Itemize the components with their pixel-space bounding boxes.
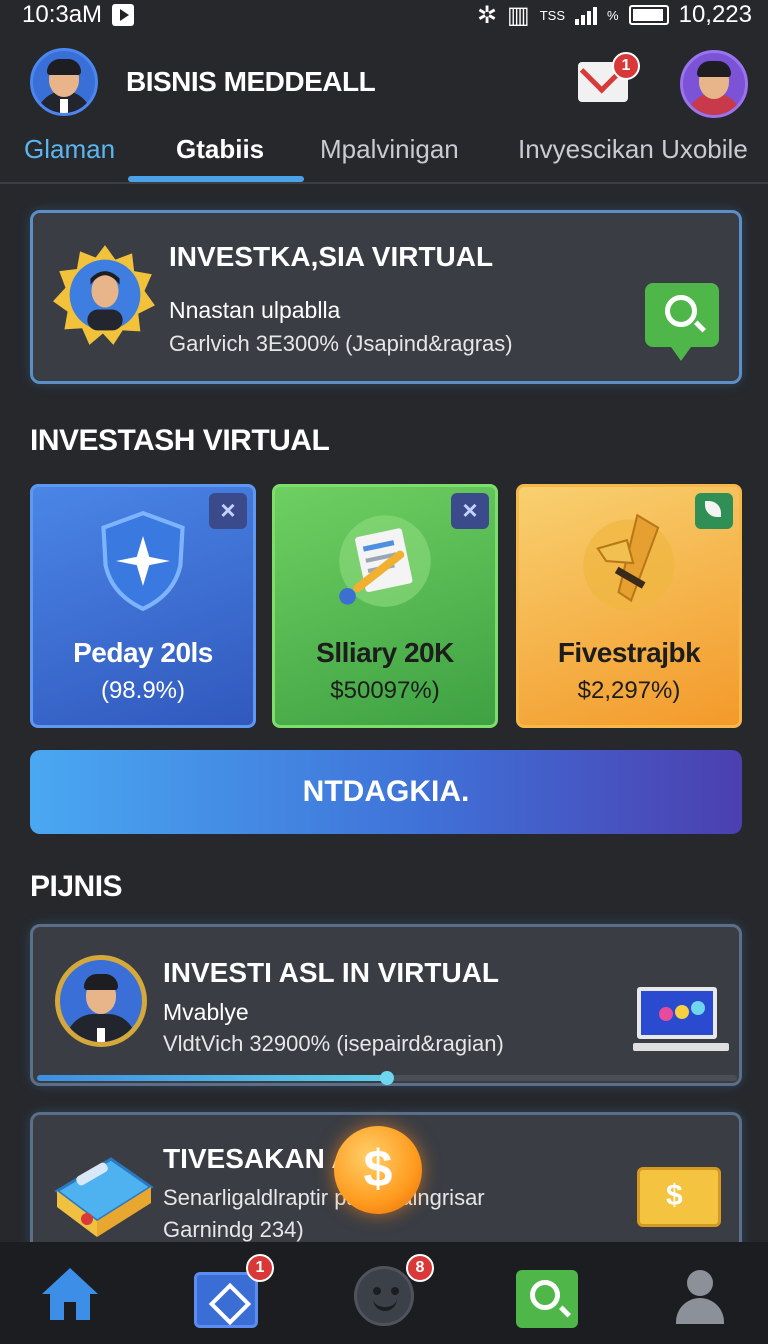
tile-value: $2,297%): [577, 677, 681, 704]
tab-gtabiis[interactable]: Gtabiis: [176, 134, 264, 165]
progress-knob[interactable]: [380, 1071, 394, 1085]
progress-bar[interactable]: [37, 1071, 737, 1085]
media-play-icon: [112, 4, 135, 26]
battery-icon: [628, 5, 669, 25]
shield-star-icon: [91, 509, 195, 613]
progress-fill: [37, 1075, 387, 1081]
section-heading-pijnis: PIJNIS: [30, 870, 123, 903]
tile-value: (98.9%): [100, 677, 186, 704]
close-icon[interactable]: ×: [451, 493, 489, 529]
investor-avatar: [55, 955, 147, 1047]
monitor-icon: [633, 987, 729, 1051]
list-item-detail: Garnindg 234): [163, 1217, 304, 1242]
status-time: 10:3aM: [22, 1, 103, 28]
investment-tile-green[interactable]: × Slliary 20K $50097%): [272, 484, 498, 728]
percent-symbol: %: [607, 7, 619, 23]
tab-indicator: [128, 176, 304, 182]
tab-mpalvinigan[interactable]: Mpalvinigan: [320, 134, 459, 165]
feature-title: INVESTKA,SIA VIRTUAL: [169, 241, 494, 272]
profile-avatar[interactable]: [680, 50, 748, 118]
smile-icon[interactable]: [354, 1266, 414, 1326]
leaf-icon[interactable]: [695, 493, 733, 529]
battery-value: 10,223: [678, 1, 752, 28]
feature-subtitle: Nnastan ulpablla: [169, 297, 341, 323]
tile-name: Peday 20ls: [73, 637, 213, 668]
tile-name: Slliary 20K: [316, 637, 454, 668]
list-item-detail: VldtVich 32900% (isepaird&ragian): [163, 1031, 504, 1056]
bottom-nav: 1 8: [0, 1242, 768, 1344]
tile-name: Fivestrajbk: [557, 637, 701, 668]
vibrate-bars-icon: ▥: [507, 1, 530, 29]
profile-icon[interactable]: [668, 1268, 732, 1328]
mail-badge: 1: [612, 52, 640, 80]
vibrate-icon: ✲: [476, 1, 498, 29]
search-chat-icon[interactable]: [645, 283, 719, 361]
tab-invyescikan-uxobile[interactable]: Invyescikan Uxobile: [518, 134, 748, 165]
feature-detail: Garlvich 3E300% (Jsapind&ragras): [169, 331, 513, 356]
section-heading-virtual: INVESTASH VIRTUAL: [30, 424, 330, 457]
tab-bar: Glaman Gtabiis Mpalvinigan Invyescikan U…: [0, 130, 768, 184]
user-avatar[interactable]: [30, 48, 98, 116]
achievement-badge-icon: [53, 243, 157, 347]
list-item-title: INVESTI ASL IN VIRTUAL: [163, 957, 500, 988]
app-title: BISNIS MEDDEALL: [126, 66, 376, 97]
investment-tile-orange[interactable]: Fivestrajbk $2,297%): [516, 484, 742, 728]
network-label: TSS: [539, 7, 566, 23]
wallet-badge: 1: [246, 1254, 274, 1282]
golden-pen-icon: [577, 509, 681, 613]
document-pen-icon: [333, 509, 437, 613]
wallet-icon[interactable]: [194, 1272, 258, 1328]
signal-icon: [575, 5, 598, 25]
tile-value: $50097%): [330, 677, 440, 704]
list-item-subtitle: Senarligaldlraptir paalanalngrisar: [163, 1185, 485, 1210]
list-item[interactable]: INVESTI ASL IN VIRTUAL Mvablye VldtVich …: [30, 924, 742, 1086]
app-header: BISNIS MEDDEALL 1: [0, 44, 768, 124]
dollar-card-icon: $: [637, 1167, 721, 1227]
cta-button[interactable]: NTDAGKIA.: [30, 750, 742, 834]
avatar-hair: [47, 59, 81, 75]
smile-badge: 8: [406, 1254, 434, 1282]
storage-box-icon: [47, 1149, 161, 1239]
search-icon[interactable]: [516, 1270, 578, 1328]
tab-glaman[interactable]: Glaman: [24, 134, 115, 165]
list-item-subtitle: Mvablye: [163, 999, 249, 1025]
status-bar: 10:3aM ✲ ▥ TSS % 10,223: [0, 0, 768, 30]
close-icon[interactable]: ×: [209, 493, 247, 529]
home-icon[interactable]: [38, 1268, 102, 1328]
feature-card[interactable]: INVESTKA,SIA VIRTUAL Nnastan ulpablla Ga…: [30, 210, 742, 384]
dollar-coin-icon[interactable]: $: [334, 1126, 422, 1214]
investment-tile-blue[interactable]: × Peday 20ls (98.9%): [30, 484, 256, 728]
